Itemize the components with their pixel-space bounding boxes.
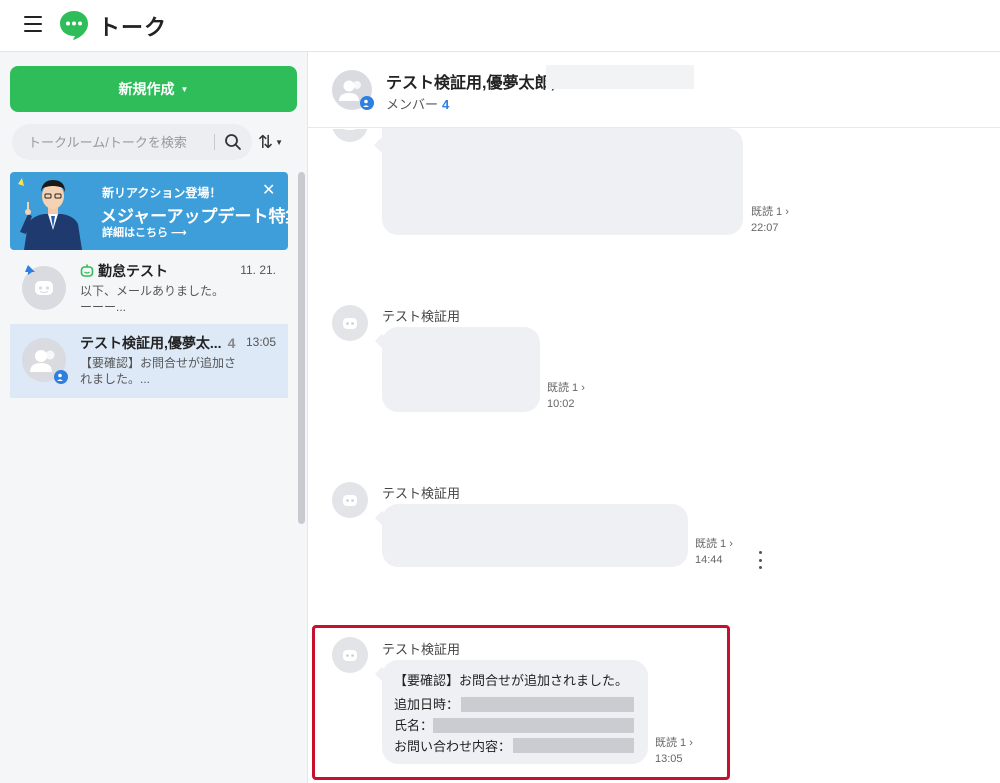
search-divider [214,134,215,150]
search-icon[interactable] [224,133,242,151]
chat-preview: 以下、メールありました。 ーーー... [80,284,225,314]
read-receipt[interactable]: 既読 1 › [547,380,585,396]
member-badge-icon [360,96,374,110]
message-bubble[interactable] [382,128,743,235]
sidebar: 新規作成 ▼ ⇅ ▼ [0,52,308,783]
member-count[interactable]: メンバー 4 [386,94,449,113]
message-sender: テスト検証用 [382,309,461,324]
chat-name-text: 勤怠テスト [98,263,168,279]
redacted-name [546,65,694,89]
chat-time: 13:05 [245,335,276,349]
businessman-illustration [18,178,82,250]
bot-icon [343,318,357,329]
chat-time: 11. 21. [240,263,276,277]
chat-name: テスト検証用,優夢太... 4 [80,333,235,353]
sort-icon: ⇅ [258,131,274,152]
chat-header: テスト検証用,優夢太郎, メンバー 4 [308,52,1000,128]
app-title: トーク [98,15,168,40]
banner-subtitle: 新リアクション登場！ [102,186,222,200]
more-options-icon[interactable] [752,551,768,569]
caret-down-icon: ▼ [180,84,189,94]
caret-down-icon: ▼ [275,137,284,147]
update-banner[interactable]: 新リアクション登場！ メジャーアップデート特集 詳細はこちら ⟶ ✕ [10,172,288,250]
chat-name-text: テスト検証用,優夢太... [80,335,222,351]
message-time: 10:02 [547,398,575,410]
message-sender: テスト検証用 [382,486,461,501]
talk-logo-icon [60,11,88,40]
chat-list-item[interactable]: 勤怠テスト 11. 21. 以下、メールありました。 ーーー... [10,252,288,324]
pin-icon [25,265,35,275]
message-meta: 既読 1 › 22:07 [751,204,789,236]
message-meta: 既読 1 › 10:02 [547,380,585,412]
new-create-label: 新規作成 [118,81,175,97]
app-window: トーク 新規作成 ▼ ⇅ ▼ [0,0,1000,783]
search-box [12,124,252,160]
chat-room-title[interactable]: テスト検証用,優夢太郎, [386,69,555,93]
chat-name: 勤怠テスト [80,261,168,281]
bot-badge-icon [80,264,94,277]
message-bubble[interactable] [382,327,540,412]
message-time: 22:07 [751,222,779,234]
chat-preview: 【要確認】お問合せが追加さ れました。... [80,356,237,386]
member-badge-icon [54,370,68,384]
menu-icon[interactable] [24,16,42,32]
read-receipt[interactable]: 既読 1 › [751,204,789,220]
read-receipt[interactable]: 既読 1 › [695,536,733,552]
sidebar-scrollbar[interactable] [298,172,305,524]
chat-list-item-selected[interactable]: テスト検証用,優夢太... 4 13:05 【要確認】お問合せが追加さ れました。… [10,324,288,398]
message-meta: 既読 1 › 14:44 [695,536,733,568]
bot-icon [343,495,357,506]
close-icon[interactable]: ✕ [262,180,275,200]
members-label: メンバー [386,97,439,112]
message-bubble[interactable] [382,504,688,567]
chat-member-count: 4 [227,335,236,351]
members-number: 4 [442,97,450,112]
bot-avatar[interactable] [332,305,368,341]
sort-button[interactable]: ⇅ ▼ [258,130,294,154]
search-input[interactable] [28,134,208,150]
top-bar: トーク [0,0,1000,52]
banner-details-link[interactable]: 詳細はこちら ⟶ [102,224,187,240]
message-time: 14:44 [695,554,723,566]
highlight-box [312,625,730,780]
new-create-button[interactable]: 新規作成 ▼ [10,66,297,112]
bot-avatar[interactable] [332,482,368,518]
